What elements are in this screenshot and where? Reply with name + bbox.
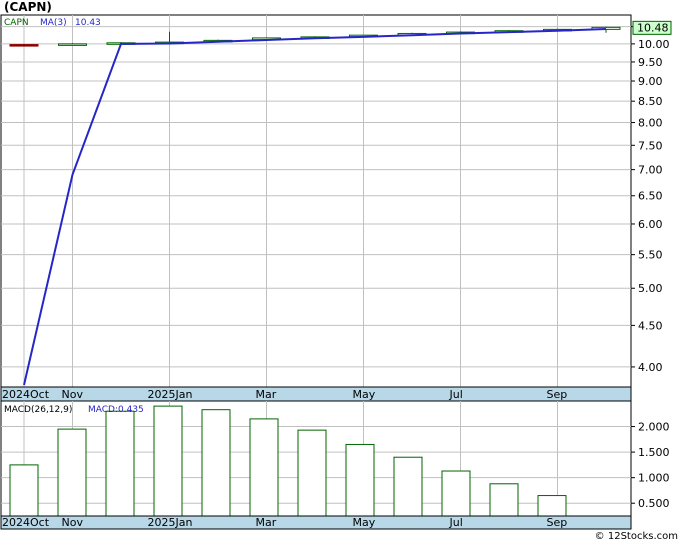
legend-ticker: CAPN xyxy=(4,18,29,28)
price-y-tick-label: 4.00 xyxy=(638,361,663,374)
price-bar xyxy=(58,43,87,46)
macd-bar xyxy=(105,410,135,517)
macd-bar xyxy=(489,483,519,517)
price-y-axis: 10.5010.009.509.008.508.007.507.006.506.… xyxy=(631,21,670,374)
macd-y-tick-label: 1.000 xyxy=(638,472,670,485)
price-panel-frame xyxy=(0,14,632,388)
price-y-tick-label: 6.50 xyxy=(638,190,663,203)
macd-x-label: Jul xyxy=(449,516,463,529)
macd-legend-value: MACD:0.435 xyxy=(88,405,144,415)
stock-chart: 10.5010.009.509.008.508.007.507.006.506.… xyxy=(0,14,672,530)
macd-x-label: 2025Jan xyxy=(148,516,193,529)
price-y-tick-label: 9.50 xyxy=(638,56,663,69)
macd-bar xyxy=(201,409,231,517)
legend-ma-label: MA(3) xyxy=(40,18,67,28)
price-y-tick-label: 7.00 xyxy=(638,164,663,177)
price-y-tick-label: 5.50 xyxy=(638,249,663,262)
macd-bar xyxy=(297,429,327,517)
macd-legend-label: MACD(26,12,9) xyxy=(4,405,72,415)
legend-ma-value: 10.43 xyxy=(75,18,101,28)
price-y-tick-label: 4.50 xyxy=(638,319,663,332)
macd-y-tick-label: 1.500 xyxy=(638,446,670,459)
price-x-label: Nov xyxy=(62,388,84,401)
macd-y-tick-label: 2.000 xyxy=(638,421,670,434)
price-x-axis-strip xyxy=(0,386,632,402)
macd-x-label: Mar xyxy=(256,516,277,529)
price-x-label: Sep xyxy=(547,388,568,401)
macd-bar xyxy=(441,470,471,517)
last-price-label: 10.48 xyxy=(637,21,669,34)
macd-bar xyxy=(153,405,183,517)
price-x-label: Mar xyxy=(256,388,277,401)
price-x-label: 2024Oct xyxy=(2,388,50,401)
macd-x-axis-strip xyxy=(0,515,632,530)
price-y-tick-label: 7.50 xyxy=(638,139,663,152)
macd-bar xyxy=(57,428,87,517)
price-y-tick-label: 8.00 xyxy=(638,117,663,130)
macd-bar xyxy=(249,418,279,517)
price-y-tick-label: 8.50 xyxy=(638,95,663,108)
price-y-tick-label: 9.00 xyxy=(638,75,663,88)
macd-x-label: May xyxy=(353,516,376,529)
macd-bar xyxy=(9,464,39,517)
price-y-tick-label: 10.00 xyxy=(638,38,670,51)
price-bar xyxy=(9,44,39,47)
price-y-tick-label: 5.00 xyxy=(638,282,663,295)
macd-x-label: 2024Oct xyxy=(2,516,50,529)
macd-y-tick-label: 0.500 xyxy=(638,497,670,510)
macd-bar xyxy=(345,443,375,517)
macd-x-label: Sep xyxy=(547,516,568,529)
macd-y-axis: 2.000 1.500 1.000 0.500 xyxy=(631,421,670,510)
macd-bar xyxy=(537,495,567,517)
price-y-tick-label: 6.00 xyxy=(638,218,663,231)
macd-x-label: Nov xyxy=(62,516,84,529)
price-x-label: 2025Jan xyxy=(148,388,193,401)
footer-credit: © 12Stocks.com xyxy=(594,531,678,542)
macd-bar xyxy=(393,456,423,517)
price-x-label: Jul xyxy=(449,388,463,401)
price-x-label: May xyxy=(353,388,376,401)
